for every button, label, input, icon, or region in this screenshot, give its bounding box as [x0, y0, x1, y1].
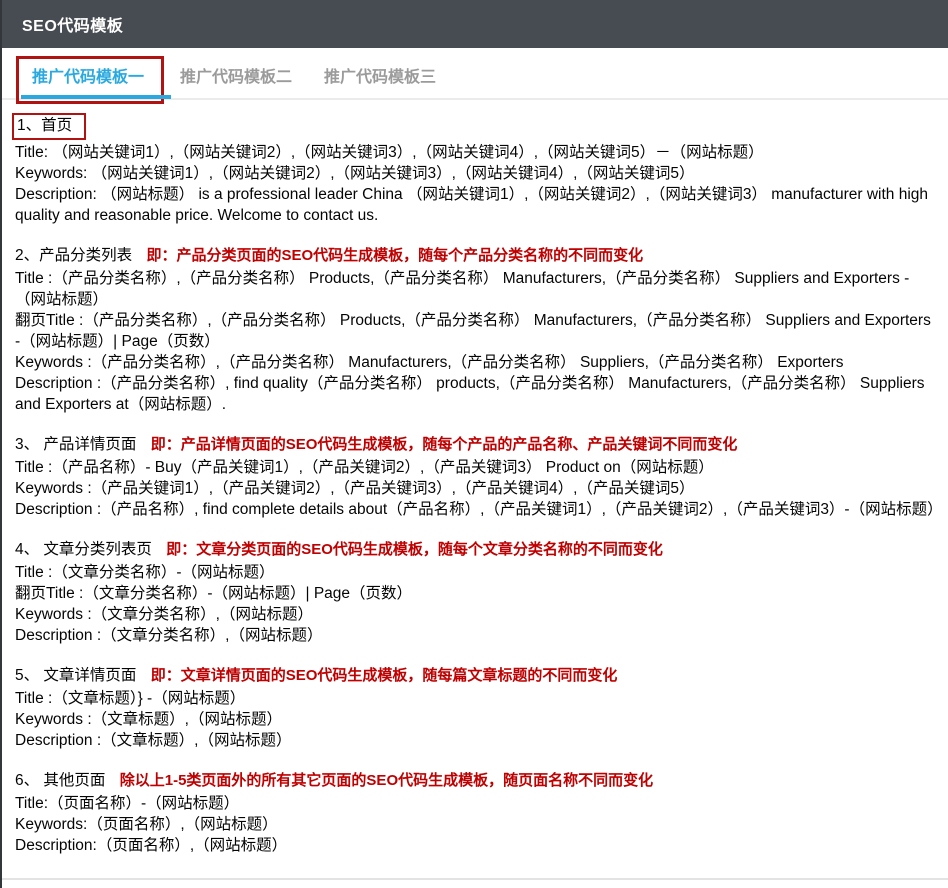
- seo-line-description: Description :（产品名称）, find complete detai…: [15, 499, 940, 520]
- seo-line-keywords: Keywords:（页面名称）,（网站标题）: [15, 814, 940, 835]
- seo-line-title: Title:（页面名称）-（网站标题）: [15, 793, 940, 814]
- section-heading: 5、 文章详情页面: [15, 667, 136, 684]
- seo-line-description: Description :（产品分类名称）, find quality（产品分类…: [15, 373, 940, 415]
- section-heading: 4、 文章分类列表页: [15, 541, 152, 558]
- seo-line-description: Description :（文章标题）,（网站标题）: [15, 730, 940, 751]
- section-home: 1、首页 Title: （网站关键词1）,（网站关键词2）,（网站关键词3）,（…: [15, 113, 940, 226]
- section-product-detail: 3、 产品详情页面 即：产品详情页面的SEO代码生成模板，随每个产品的产品名称、…: [15, 434, 940, 520]
- seo-line-paging-title: 翻页Title :（文章分类名称）-（网站标题）| Page（页数）: [15, 583, 940, 604]
- active-tab-underline: [21, 95, 171, 99]
- section-heading: 1、首页: [12, 113, 86, 140]
- seo-line-paging-title: 翻页Title :（产品分类名称）,（产品分类名称） Products,（产品分…: [15, 310, 940, 352]
- tab-bar: 推广代码模板一 推广代码模板二 推广代码模板三: [2, 48, 948, 100]
- section-note: 即：产品详情页面的SEO代码生成模板，随每个产品的产品名称、产品关键词不同而变化: [151, 436, 738, 453]
- section-note: 即：文章详情页面的SEO代码生成模板，随每篇文章标题的不同而变化: [151, 667, 618, 684]
- section-article-detail: 5、 文章详情页面 即：文章详情页面的SEO代码生成模板，随每篇文章标题的不同而…: [15, 665, 940, 751]
- section-article-category: 4、 文章分类列表页 即：文章分类页面的SEO代码生成模板，随每个文章分类名称的…: [15, 539, 940, 646]
- seo-line-title: Title :（产品名称）- Buy（产品关键词1）,（产品关键词2）,（产品关…: [15, 457, 940, 478]
- section-heading: 3、 产品详情页面: [15, 436, 136, 453]
- page-title: SEO代码模板: [22, 12, 123, 36]
- seo-line-keywords: Keywords :（产品关键词1）,（产品关键词2）,（产品关键词3）,（产品…: [15, 478, 940, 499]
- seo-line-keywords: Keywords :（文章标题）,（网站标题）: [15, 709, 940, 730]
- section-note: 即：文章分类页面的SEO代码生成模板，随每个文章分类名称的不同而变化: [166, 541, 663, 558]
- seo-line-title: Title :（产品分类名称）,（产品分类名称） Products,（产品分类名…: [15, 268, 940, 310]
- seo-line-description: Description: （网站标题） is a professional le…: [15, 184, 940, 226]
- section-heading: 2、产品分类列表: [15, 247, 132, 264]
- seo-line-keywords: Keywords :（文章分类名称）,（网站标题）: [15, 604, 940, 625]
- tab-template-3[interactable]: 推广代码模板三: [324, 63, 436, 87]
- bottom-divider: [2, 878, 948, 880]
- seo-line-keywords: Keywords :（产品分类名称）,（产品分类名称） Manufacturer…: [15, 352, 940, 373]
- seo-line-keywords: Keywords: （网站关键词1）,（网站关键词2）,（网站关键词3）,（网站…: [15, 163, 940, 184]
- tab-template-1[interactable]: 推广代码模板一: [32, 63, 144, 87]
- section-product-category: 2、产品分类列表 即：产品分类页面的SEO代码生成模板，随每个产品分类名称的不同…: [15, 245, 940, 415]
- seo-line-title: Title: （网站关键词1）,（网站关键词2）,（网站关键词3）,（网站关键词…: [15, 142, 940, 163]
- section-note: 除以上1-5类页面外的所有其它页面的SEO代码生成模板，随页面名称不同而变化: [120, 772, 653, 789]
- section-note: 即：产品分类页面的SEO代码生成模板，随每个产品分类名称的不同而变化: [146, 247, 643, 264]
- seo-line-title: Title :（文章标题）} -（网站标题）: [15, 688, 940, 709]
- seo-template-window: SEO代码模板 推广代码模板一 推广代码模板二 推广代码模板三 1、首页 Tit…: [0, 0, 948, 888]
- tab-template-2[interactable]: 推广代码模板二: [180, 63, 292, 87]
- seo-line-description: Description :（文章分类名称）,（网站标题）: [15, 625, 940, 646]
- section-heading: 6、 其他页面: [15, 772, 105, 789]
- section-other-pages: 6、 其他页面 除以上1-5类页面外的所有其它页面的SEO代码生成模板，随页面名…: [15, 770, 940, 856]
- window-header: SEO代码模板: [2, 0, 948, 48]
- seo-line-title: Title :（文章分类名称）-（网站标题）: [15, 562, 940, 583]
- seo-line-description: Description:（页面名称）,（网站标题）: [15, 835, 940, 856]
- template-content: 1、首页 Title: （网站关键词1）,（网站关键词2）,（网站关键词3）,（…: [2, 100, 948, 856]
